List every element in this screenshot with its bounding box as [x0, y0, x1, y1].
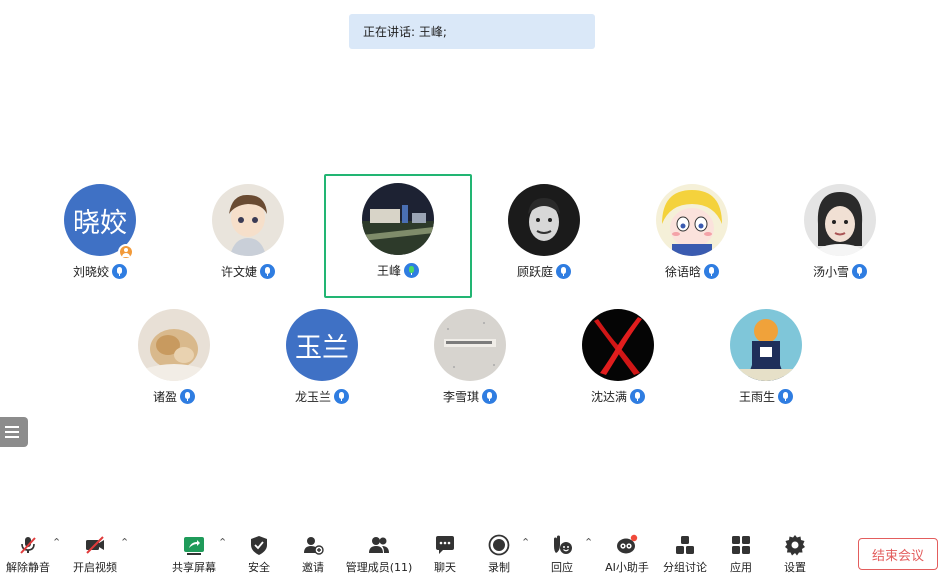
participant-tile[interactable]: 许文婕: [174, 175, 322, 299]
hand-emoji-icon: [551, 534, 573, 556]
avatar: [508, 184, 580, 256]
ai-robot-icon: [616, 534, 638, 556]
mic-speaking-icon: [404, 263, 419, 278]
mic-icon: [778, 389, 793, 404]
meeting-window: 正在讲话: 王峰; 晓姣 刘晓姣 许文婕 王峰 顾跃庭 徐语晗 汤小雪 诸盈 玉…: [0, 0, 948, 580]
participant-tile[interactable]: 顾跃庭: [470, 175, 618, 299]
participant-name: 汤小雪: [812, 265, 849, 279]
mic-icon: [260, 264, 275, 279]
apps-grid-icon: [730, 534, 752, 556]
mic-icon: [852, 264, 867, 279]
gear-icon: [784, 534, 806, 556]
list-icon: [5, 426, 19, 428]
share-screen-icon: [183, 534, 205, 556]
video-off-icon: [84, 534, 106, 556]
mic-icon: [704, 264, 719, 279]
participant-name: 许文婕: [220, 265, 257, 279]
avatar: [138, 309, 210, 381]
participant-tile[interactable]: 汤小雪: [766, 175, 914, 299]
speaking-text: 正在讲话: 王峰;: [363, 25, 447, 39]
shield-icon: [248, 534, 270, 556]
avatar: [730, 309, 802, 381]
end-meeting-button[interactable]: 结束会议: [858, 538, 938, 570]
participant-list-toggle[interactable]: [0, 417, 28, 447]
chat-icon: [434, 534, 456, 556]
participant-name: 刘晓姣: [72, 265, 109, 279]
participant-tile-speaking[interactable]: 王峰: [324, 174, 472, 298]
breakout-icon: [674, 534, 696, 556]
participant-tile[interactable]: 诸盈: [100, 300, 248, 424]
record-icon: [488, 534, 510, 556]
host-icon: [118, 244, 134, 260]
avatar: [804, 184, 876, 256]
participant-name: 徐语晗: [664, 265, 701, 279]
participant-tile[interactable]: 徐语晗: [618, 175, 766, 299]
mic-icon: [112, 264, 127, 279]
participant-name: 李雪琪: [442, 390, 479, 404]
avatar: [362, 183, 434, 255]
participant-name: 沈达满: [590, 390, 627, 404]
add-user-icon: [302, 534, 324, 556]
avatar: [582, 309, 654, 381]
mic-icon: [630, 389, 645, 404]
mic-icon: [556, 264, 571, 279]
participant-name: 王峰: [376, 264, 401, 278]
participant-name: 诸盈: [152, 390, 177, 404]
meeting-toolbar: 解除静音 ⌃ 开启视频 ⌃ 共享屏幕 ⌃ 安全 邀请 管理成员(11) 聊天 录…: [0, 528, 948, 580]
settings-button[interactable]: 设置: [760, 528, 830, 580]
mic-icon: [334, 389, 349, 404]
mic-muted-icon: [17, 534, 39, 556]
video-options-chevron-icon[interactable]: ⌃: [120, 537, 130, 548]
avatar: [656, 184, 728, 256]
participant-tile[interactable]: 晓姣 刘晓姣: [26, 175, 174, 299]
participant-tile[interactable]: 沈达满: [544, 300, 692, 424]
participant-name: 龙玉兰: [294, 390, 331, 404]
participant-tile[interactable]: 玉兰 龙玉兰: [248, 300, 396, 424]
avatar: [212, 184, 284, 256]
avatar: [434, 309, 506, 381]
mic-icon: [482, 389, 497, 404]
mic-icon: [180, 389, 195, 404]
participant-name: 王雨生: [738, 390, 775, 404]
participant-tile[interactable]: 李雪琪: [396, 300, 544, 424]
speaking-indicator: 正在讲话: 王峰;: [349, 14, 595, 49]
participant-name: 顾跃庭: [516, 265, 553, 279]
avatar: 玉兰: [286, 309, 358, 381]
members-icon: [368, 534, 390, 556]
participant-tile[interactable]: 王雨生: [692, 300, 840, 424]
